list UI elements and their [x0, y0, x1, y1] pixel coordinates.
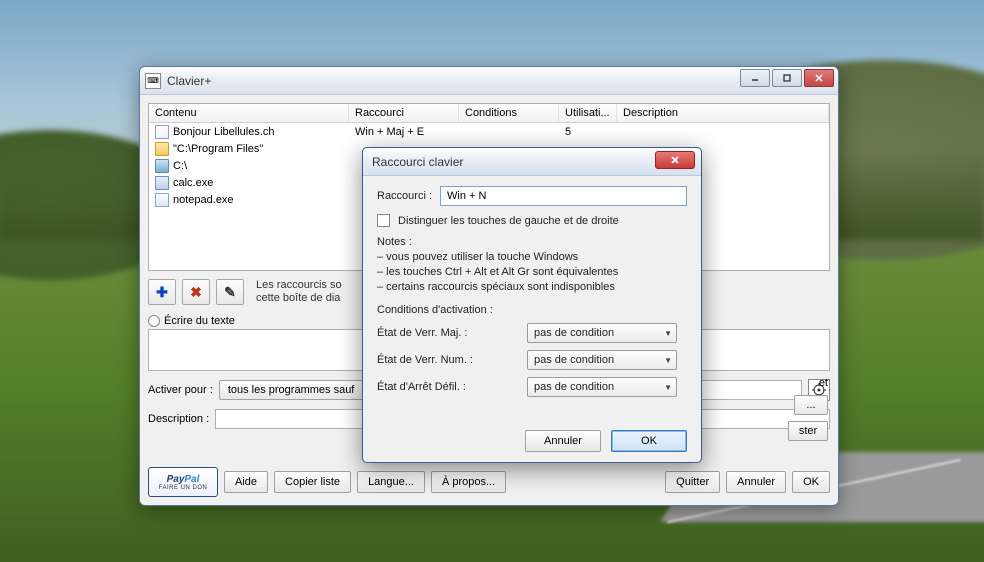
langue-button[interactable]: Langue... — [357, 471, 425, 493]
activer-pour-label: Activer pour : — [148, 384, 213, 396]
main-titlebar[interactable]: ⌨ Clavier+ — [140, 67, 838, 95]
calc-icon — [155, 176, 169, 190]
paypal-donate-button[interactable]: PayPal FAIRE UN DON — [148, 467, 218, 497]
chevron-down-icon: ▼ — [664, 356, 672, 365]
raccourci-label: Raccourci : — [377, 190, 432, 202]
chevron-down-icon: ▼ — [664, 383, 672, 392]
table-row[interactable]: Bonjour Libellules.chWin + Maj + E5 — [149, 123, 829, 140]
dialog-title: Raccourci clavier — [372, 155, 463, 169]
main-ok-button[interactable]: OK — [792, 471, 830, 493]
cond-caps-combo[interactable]: pas de condition▼ — [527, 323, 677, 343]
dialog-annuler-button[interactable]: Annuler — [525, 430, 601, 452]
aide-button[interactable]: Aide — [224, 471, 268, 493]
col-raccourci[interactable]: Raccourci — [349, 104, 459, 122]
edit-button[interactable]: ✎ — [216, 279, 244, 305]
add-button[interactable]: ✚ — [148, 279, 176, 305]
drive-icon — [155, 159, 169, 173]
raccourci-input[interactable] — [440, 186, 687, 206]
notepad-icon — [155, 193, 169, 207]
col-utilisation[interactable]: Utilisati... — [559, 104, 617, 122]
cond-num-label: État de Verr. Num. : — [377, 354, 527, 366]
radio-ecrire-texte[interactable] — [148, 315, 160, 327]
chevron-down-icon: ▼ — [664, 329, 672, 338]
main-annuler-button[interactable]: Annuler — [726, 471, 786, 493]
delete-button[interactable]: ✖ — [182, 279, 210, 305]
dialog-close-button[interactable] — [655, 151, 695, 169]
col-description[interactable]: Description — [617, 104, 829, 122]
col-conditions[interactable]: Conditions — [459, 104, 559, 122]
script-icon — [155, 125, 169, 139]
radio-ecrire-label: Écrire du texte — [164, 315, 235, 327]
fragment-ster-button[interactable]: ster — [788, 421, 828, 441]
copier-liste-button[interactable]: Copier liste — [274, 471, 351, 493]
close-button[interactable] — [804, 69, 834, 87]
hint-text: Les raccourcis socette boîte de dia — [256, 279, 342, 305]
app-icon: ⌨ — [145, 73, 161, 89]
cond-num-combo[interactable]: pas de condition▼ — [527, 350, 677, 370]
dialog-titlebar[interactable]: Raccourci clavier — [363, 148, 701, 176]
minimize-button[interactable] — [740, 69, 770, 87]
maximize-button[interactable] — [772, 69, 802, 87]
quitter-button[interactable]: Quitter — [665, 471, 720, 493]
notes-block: Notes : – vous pouvez utiliser la touche… — [377, 235, 687, 294]
description-label: Description : — [148, 413, 209, 425]
col-contenu[interactable]: Contenu — [149, 104, 349, 122]
shortcut-dialog: Raccourci clavier Raccourci : Distinguer… — [362, 147, 702, 463]
fragment-net: et — [819, 377, 828, 389]
list-header: Contenu Raccourci Conditions Utilisati..… — [149, 104, 829, 123]
apropos-button[interactable]: À propos... — [431, 471, 506, 493]
folder-icon — [155, 142, 169, 156]
dialog-ok-button[interactable]: OK — [611, 430, 687, 452]
browse-button[interactable]: ... — [794, 395, 828, 415]
main-title: Clavier+ — [167, 74, 211, 88]
cond-scroll-combo[interactable]: pas de condition▼ — [527, 377, 677, 397]
cond-caps-label: État de Verr. Maj. : — [377, 327, 527, 339]
conditions-title: Conditions d'activation : — [377, 304, 687, 316]
distinguer-label: Distinguer les touches de gauche et de d… — [398, 215, 619, 227]
cond-scroll-label: État d'Arrêt Défil. : — [377, 381, 527, 393]
distinguer-checkbox[interactable] — [377, 214, 390, 227]
